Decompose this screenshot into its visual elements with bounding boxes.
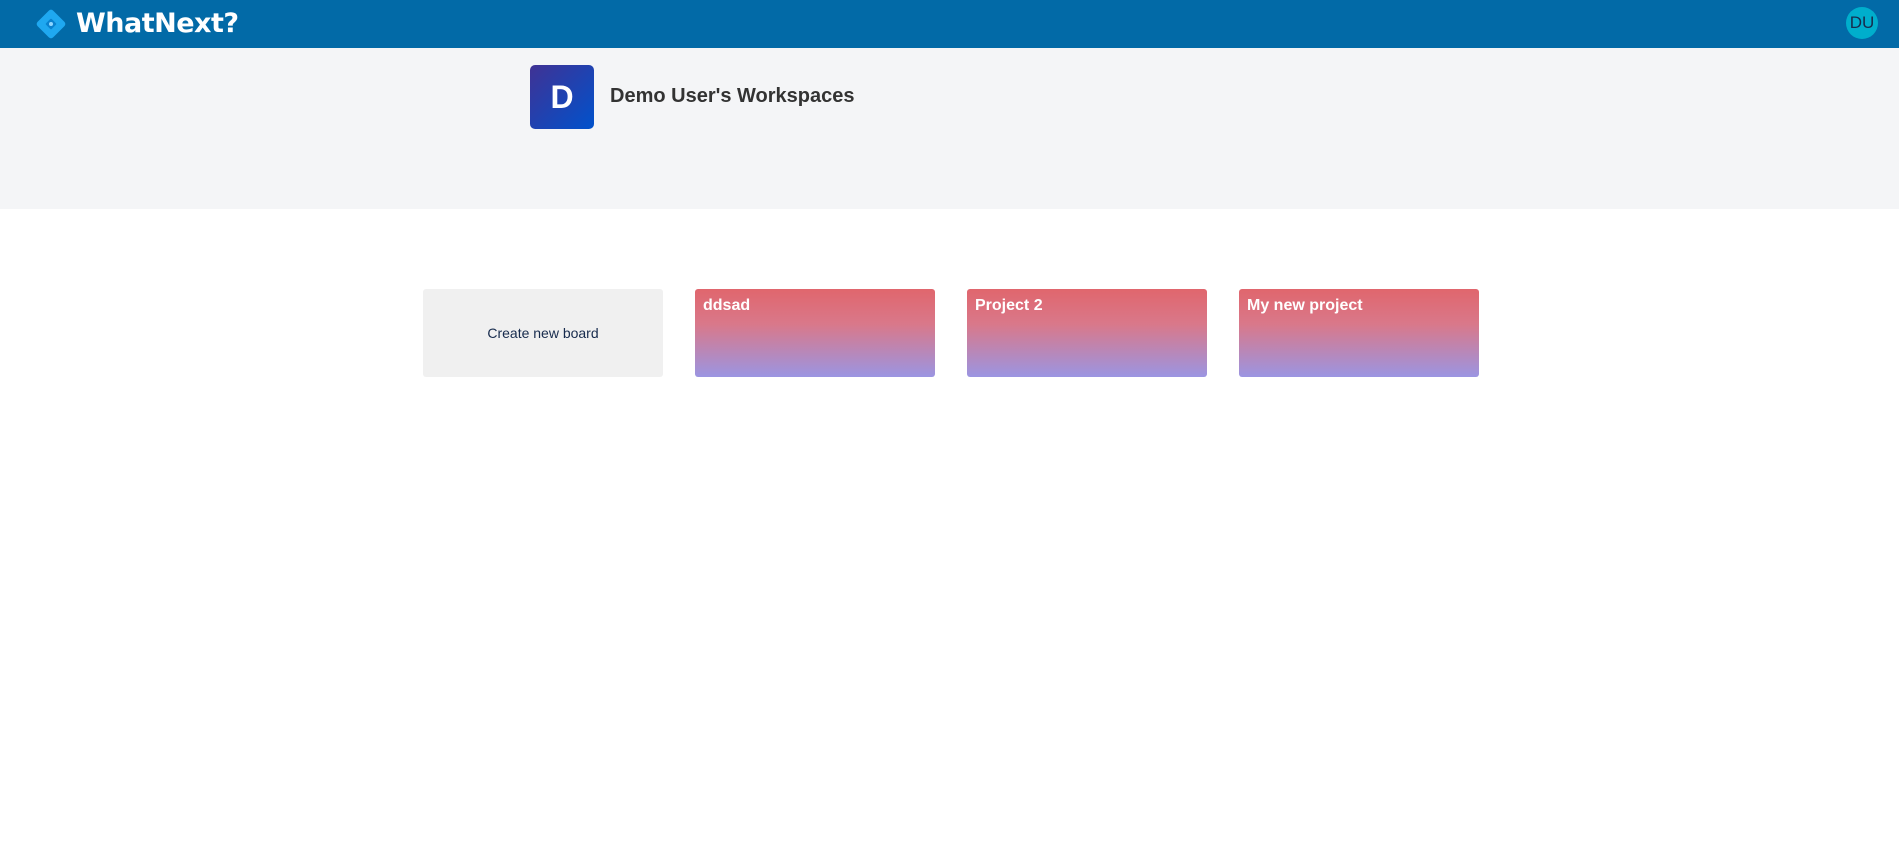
board-list: Create new board ddsad Project 2 My new …: [423, 289, 1479, 377]
user-avatar[interactable]: DU: [1846, 7, 1878, 39]
board-tile[interactable]: ddsad: [695, 289, 935, 377]
workspace-title: Demo User's Workspaces: [610, 85, 855, 107]
board-tile[interactable]: Project 2: [967, 289, 1207, 377]
top-navbar: WhatNext? DU: [0, 0, 1899, 48]
board-name: My new project: [1247, 297, 1363, 314]
board-name: Project 2: [975, 297, 1043, 314]
home-logo-link[interactable]: WhatNext?: [34, 7, 239, 41]
board-name: ddsad: [703, 297, 751, 314]
board-tile[interactable]: My new project: [1239, 289, 1479, 377]
create-board-label: Create new board: [487, 325, 599, 341]
workspace-header: D Demo User's Workspaces: [0, 48, 1899, 209]
workspace-badge: D: [530, 65, 594, 129]
create-board-button[interactable]: Create new board: [423, 289, 663, 377]
brand-name: WhatNext?: [76, 8, 239, 39]
diamond-logo-icon: [34, 7, 68, 41]
